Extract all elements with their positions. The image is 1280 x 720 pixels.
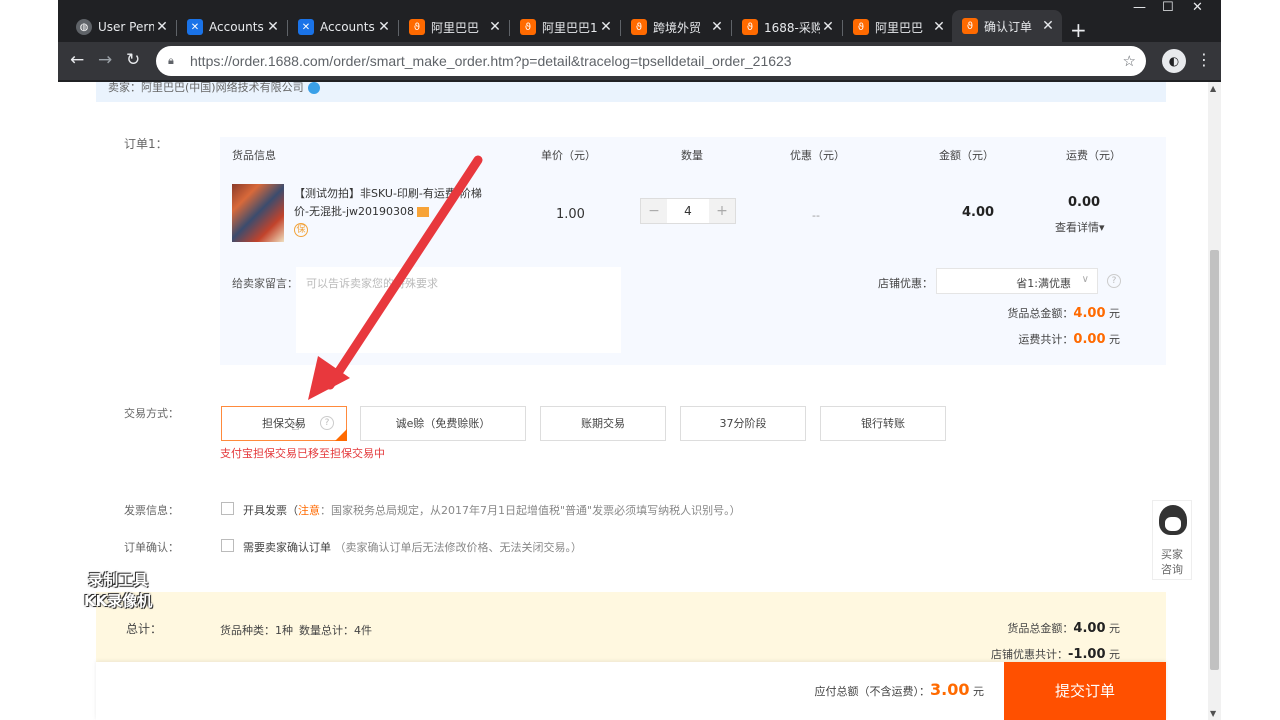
mouse-cursor-icon: ☝	[291, 418, 300, 434]
arrow-shaft	[325, 155, 483, 390]
annotation-arrow	[308, 155, 483, 400]
screen: — ☐ ✕ ◍ User Perm ✕ ✕ Accounts ✕ ✕ Accou…	[0, 0, 1280, 720]
